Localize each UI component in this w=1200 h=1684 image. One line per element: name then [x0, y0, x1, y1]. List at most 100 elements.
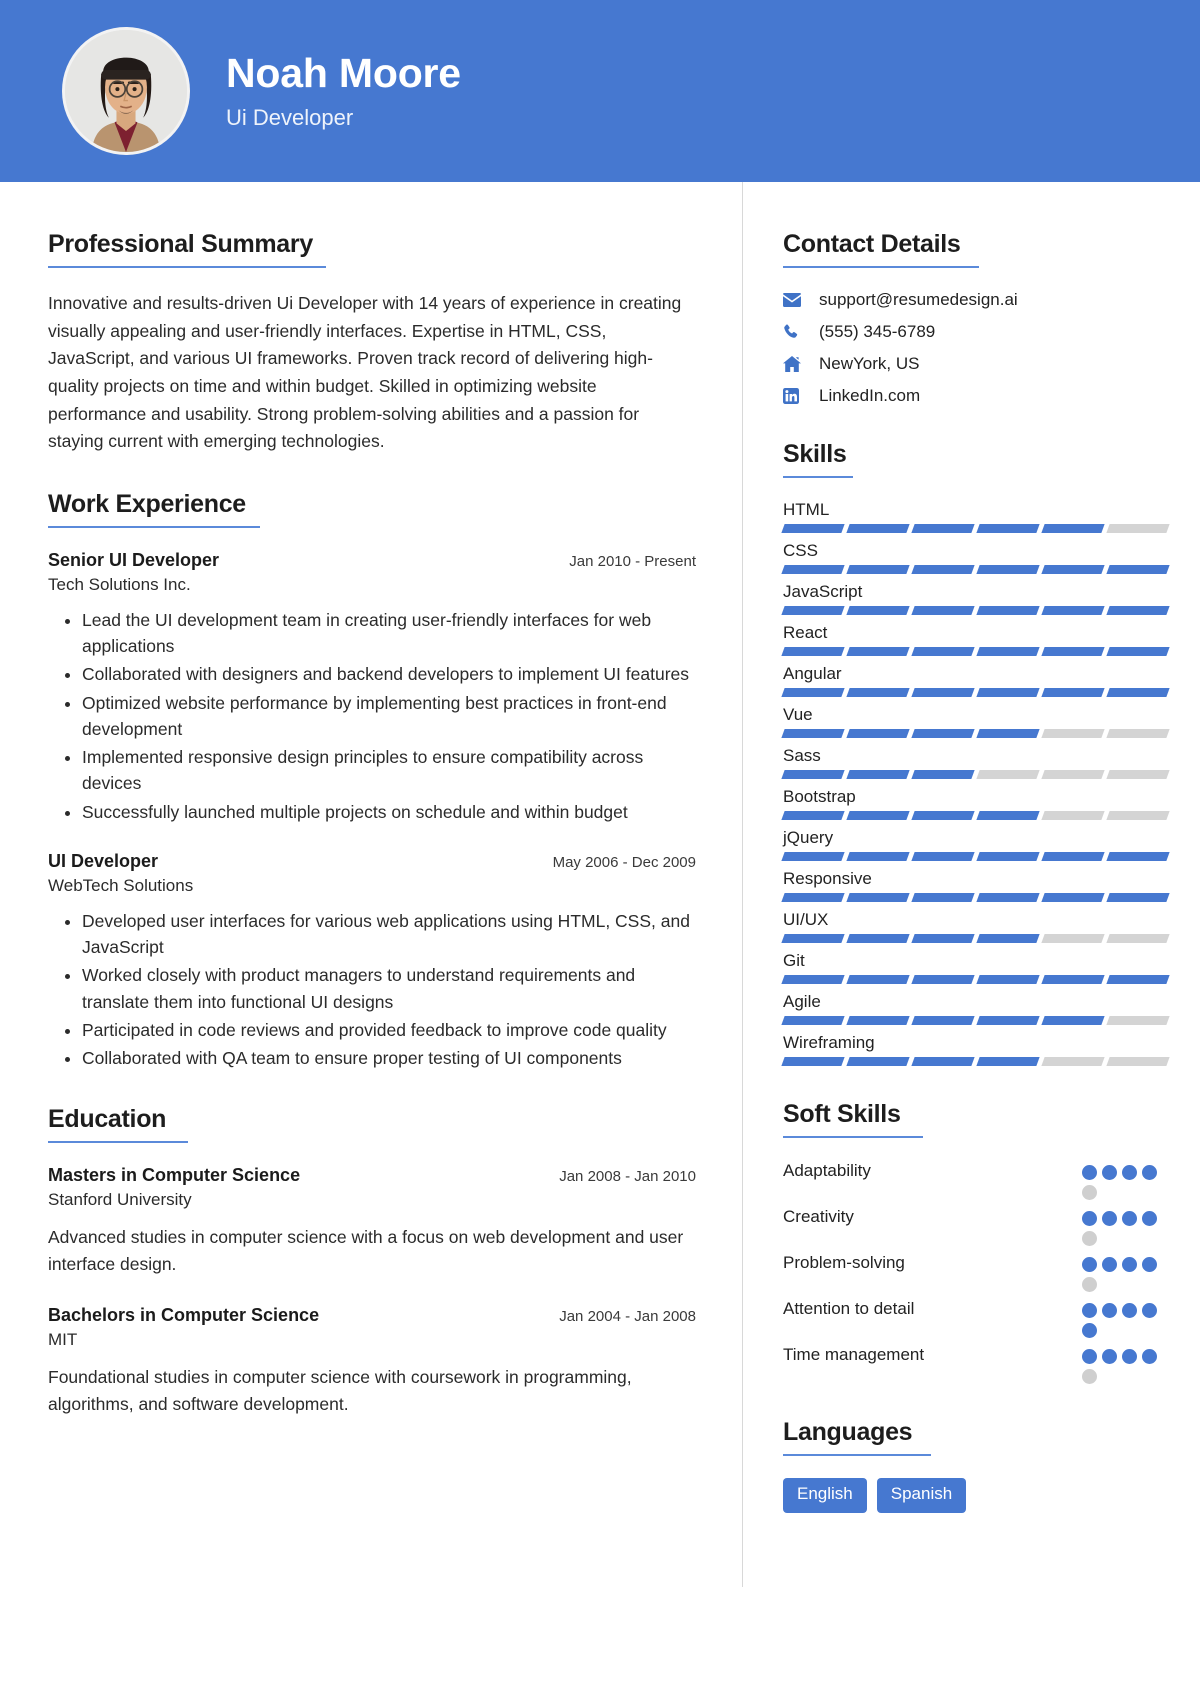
education-entry-school: Stanford University [48, 1190, 192, 1210]
bullet-item: Participated in code reviews and provide… [82, 1017, 696, 1043]
skill-bar-segment [976, 1016, 1040, 1025]
work-entry-org: WebTech Solutions [48, 875, 194, 895]
soft-skill-name: Attention to detail [783, 1299, 915, 1318]
contact-value[interactable]: NewYork, US [819, 354, 919, 374]
soft-skill-rating [1082, 1344, 1168, 1384]
skill-name: Responsive [783, 869, 872, 888]
skill-bar-segment [1041, 688, 1105, 697]
work-heading-rule [48, 525, 260, 528]
language-chip: Spanish [876, 1478, 967, 1513]
skill-bar-segment [1041, 770, 1105, 779]
education-entry-head: Bachelors in Computer Science Jan 2004 - … [48, 1305, 696, 1326]
skill-bar-segment [781, 770, 845, 779]
skill-bar-segment [781, 934, 845, 943]
skill-bar-segment [976, 934, 1040, 943]
skill-bar-segment [911, 688, 975, 697]
skills-heading: Skills [783, 440, 847, 468]
contact-value[interactable]: LinkedIn.com [819, 386, 920, 406]
education-entry-date: Jan 2004 - Jan 2008 [559, 1307, 696, 1325]
bullet-item: Collaborated with designers and backend … [82, 661, 696, 687]
skill-bar-segment [976, 688, 1040, 697]
resume-body: Professional Summary Innovative and resu… [0, 182, 1200, 1587]
skill-name: HTML [783, 500, 830, 519]
skill-bar-segment [1041, 647, 1105, 656]
job-title: Ui Developer [226, 104, 354, 130]
skill-bar-segment [846, 729, 910, 738]
skill-bar-segment [911, 1016, 975, 1025]
skill-bar-segment [1106, 811, 1170, 820]
skill-bar-segment [911, 934, 975, 943]
soft-skill-name: Adaptability [783, 1161, 871, 1180]
summary-text: Innovative and results-driven Ui Develop… [48, 293, 682, 452]
skill-bar-segment [1106, 975, 1170, 984]
skill-bar-segment [1041, 934, 1105, 943]
skill-bar-segment [911, 729, 975, 738]
skill-bar-segment [911, 893, 975, 902]
skill-bar-segment [911, 565, 975, 574]
header-text-block: Noah Moore Ui Developer [226, 51, 461, 130]
skill-item: UI/UX [781, 910, 1170, 943]
languages-list: English Spanish [783, 1478, 1168, 1513]
education-entry-description: Advanced studies in computer science wit… [48, 1227, 684, 1275]
skill-bar [781, 524, 1170, 533]
skill-bar-segment [1106, 852, 1170, 861]
contact-list: support@resumedesign.ai (555) 345-6789 New… [783, 290, 1168, 406]
contact-row: support@resumedesign.ai [783, 290, 1168, 310]
skill-item: CSS [781, 541, 1170, 574]
skill-bar-segment [846, 565, 910, 574]
skill-bar-segment [1041, 606, 1105, 615]
work-entry-bullets: Developed user interfaces for various we… [48, 908, 696, 1072]
contact-heading: Contact Details [783, 230, 961, 258]
skill-bar-segment [781, 688, 845, 697]
bullet-item: Successfully launched multiple projects … [82, 799, 696, 825]
skill-bar-segment [1041, 852, 1105, 861]
soft-skill-row: Time management [783, 1344, 1168, 1384]
skill-bar-segment [976, 647, 1040, 656]
soft-skill-name: Creativity [783, 1207, 854, 1226]
skill-item: HTML [781, 500, 1170, 533]
education-entry-school: MIT [48, 1329, 78, 1349]
rating-dot [1082, 1231, 1097, 1246]
skill-bar-segment [976, 565, 1040, 574]
resume-header: Noah Moore Ui Developer [0, 0, 1200, 182]
skill-item: Wireframing [781, 1033, 1170, 1066]
skill-bar-segment [846, 893, 910, 902]
skill-bar-segment [781, 729, 845, 738]
skill-bar-segment [781, 852, 845, 861]
rating-dot [1082, 1349, 1097, 1364]
rating-dot [1102, 1257, 1117, 1272]
skill-bar-segment [1106, 606, 1170, 615]
portrait-photo-icon [65, 30, 187, 152]
skill-name: Wireframing [783, 1033, 875, 1052]
contact-value[interactable]: support@resumedesign.ai [819, 290, 1018, 310]
contact-value[interactable]: (555) 345-6789 [819, 322, 935, 342]
skill-bar-segment [976, 975, 1040, 984]
work-entry-list: Senior UI Developer Jan 2010 - Present Tec… [48, 550, 696, 1072]
skill-item: JavaScript [781, 582, 1170, 615]
rating-dot [1142, 1349, 1157, 1364]
soft-skill-rating [1082, 1206, 1168, 1246]
skill-name: UI/UX [783, 910, 829, 929]
skill-item: Vue [781, 705, 1170, 738]
skill-item: Agile [781, 992, 1170, 1025]
section-skills: Skills HTML CSS JavaScript React Angular Vue S… [781, 440, 1170, 1066]
skill-bar-segment [1041, 975, 1105, 984]
skill-item: jQuery [781, 828, 1170, 861]
envelope-icon [783, 293, 809, 307]
rating-dot [1102, 1303, 1117, 1318]
skill-bar-segment [1106, 688, 1170, 697]
rating-dot [1142, 1211, 1157, 1226]
skill-bar-segment [1041, 811, 1105, 820]
skill-bar-segment [1106, 770, 1170, 779]
soft-skill-rating [1082, 1252, 1168, 1292]
skill-item: Sass [781, 746, 1170, 779]
skill-bar [781, 729, 1170, 738]
section-soft-skills: Soft Skills Adaptability Creativity Proble… [783, 1100, 1168, 1384]
skill-name: CSS [783, 541, 818, 560]
contact-heading-rule [783, 266, 979, 268]
soft-skill-rating [1082, 1160, 1168, 1200]
soft-skills-heading: Soft Skills [783, 1100, 901, 1128]
skill-bar [781, 975, 1170, 984]
skill-bar-segment [781, 811, 845, 820]
skill-bar-segment [846, 852, 910, 861]
